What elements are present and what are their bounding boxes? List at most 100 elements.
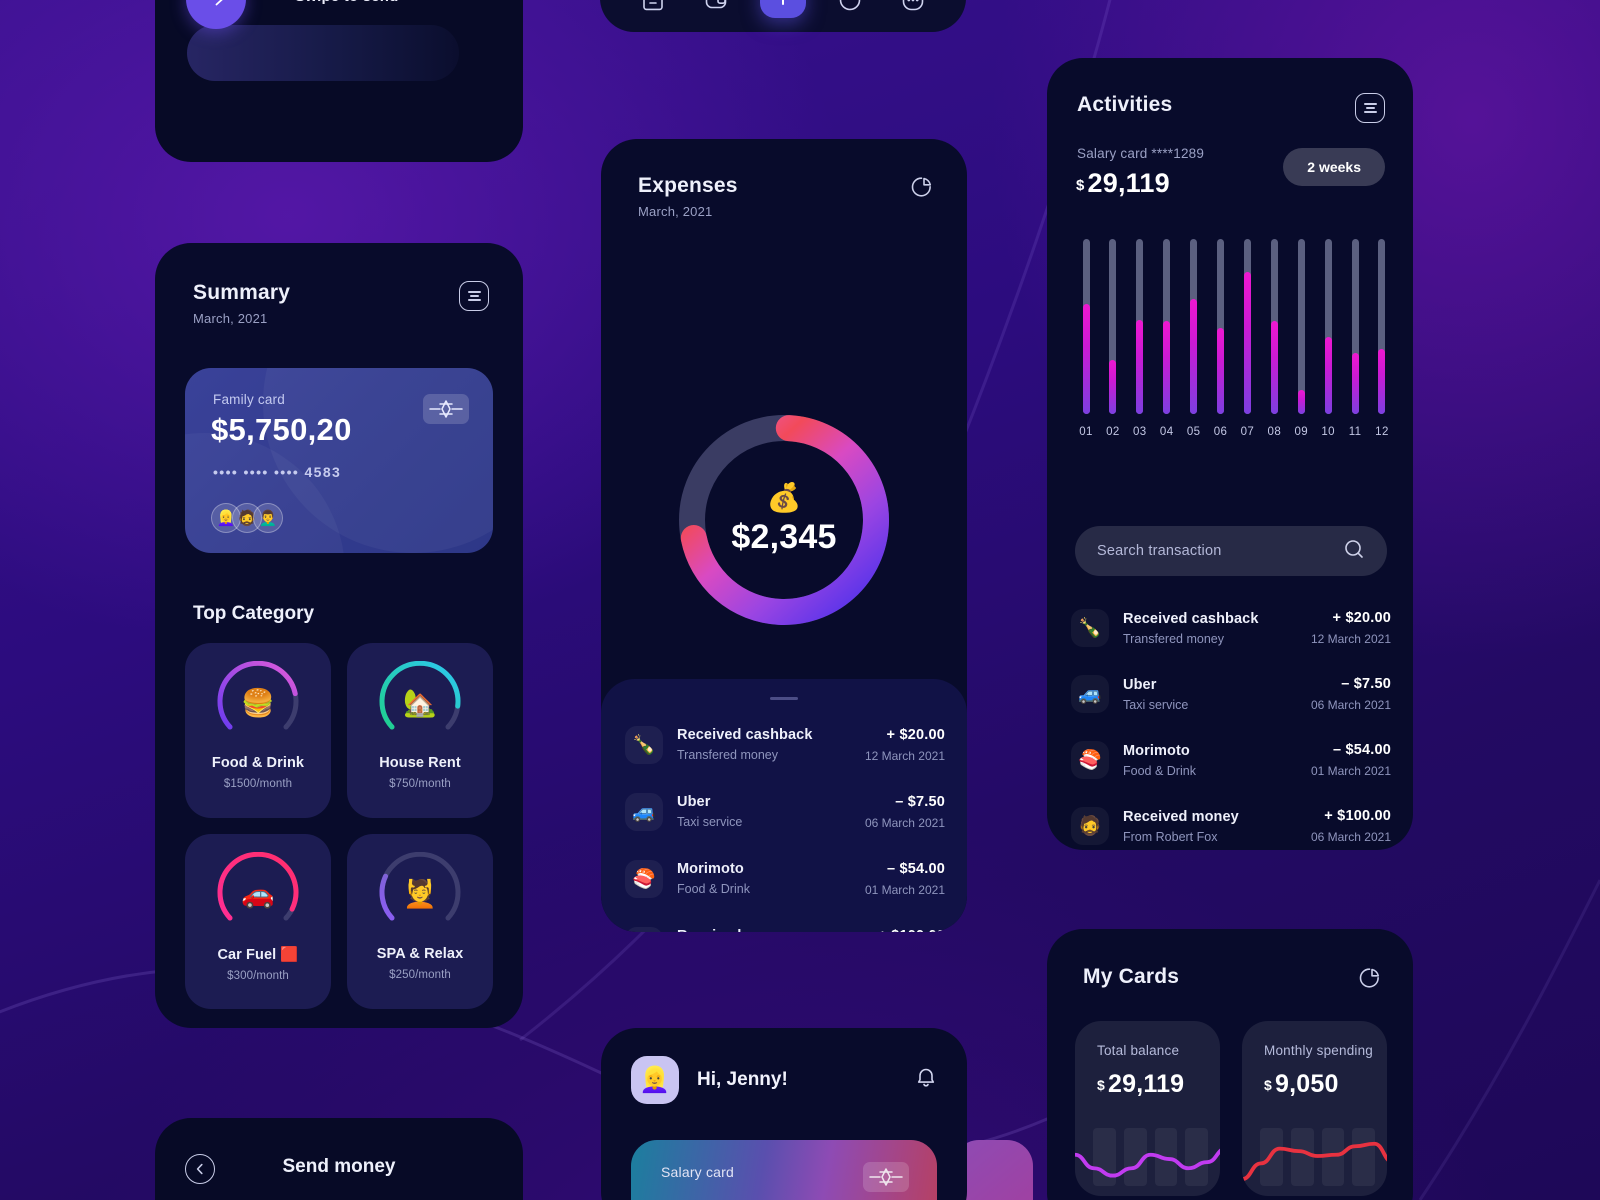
bar-label: 09 <box>1294 426 1309 438</box>
bar-fill <box>1243 272 1251 414</box>
transaction-row[interactable]: 🍣 Morimoto Food & Drink – $54.00 01 Marc… <box>1071 733 1391 787</box>
transaction-name: Received money <box>677 928 865 932</box>
activities-header: Activities <box>1077 93 1385 123</box>
transaction-name: Morimoto <box>677 861 744 877</box>
value-number: 29,119 <box>1108 1070 1185 1098</box>
top-category-grid: 🍔 Food & Drink $1500/month 🏡 House Rent … <box>185 643 495 1009</box>
bar-column[interactable]: 02 <box>1104 239 1122 438</box>
transaction-name: Received cashback <box>677 727 813 743</box>
bar-fill <box>1163 321 1171 414</box>
avatar[interactable]: 👱‍♀️ <box>631 1056 679 1104</box>
activities-title: Activities <box>1077 93 1173 116</box>
bar-track <box>1217 239 1225 414</box>
transaction-icon: 🚙 <box>625 792 663 831</box>
card-chip-icon <box>423 394 469 424</box>
category-tile-car-fuel[interactable]: 🚗 Car Fuel 🟥 $300/month <box>185 834 331 1009</box>
transaction-row[interactable]: 🧔 Received money From Robert Fox + $100.… <box>1071 799 1391 850</box>
bell-icon[interactable] <box>913 1065 939 1096</box>
list-menu-icon[interactable] <box>459 281 489 311</box>
bar-column[interactable]: 05 <box>1185 239 1203 438</box>
category-amount: $250/month <box>389 969 451 981</box>
send-money-title: Send money <box>282 1156 396 1177</box>
list-menu-icon[interactable] <box>1355 93 1385 123</box>
transaction-desc: Taxi service <box>1123 697 1189 712</box>
bar-label: 04 <box>1159 426 1174 438</box>
bar-column[interactable]: 10 <box>1319 239 1337 438</box>
bar-column[interactable]: 03 <box>1131 239 1149 438</box>
search-transaction-field[interactable]: Search transaction <box>1075 526 1387 576</box>
transaction-row[interactable]: 🍾 Received cashback Transfered money + $… <box>625 717 945 772</box>
home-icon[interactable] <box>635 0 671 18</box>
transaction-date: 12 March 2021 <box>1310 632 1391 646</box>
bar-fill <box>1109 359 1117 414</box>
bar-column[interactable]: 12 <box>1373 239 1391 438</box>
my-cards-title: My Cards <box>1083 965 1180 988</box>
swipe-track[interactable] <box>187 25 459 81</box>
bar-fill <box>1217 328 1225 414</box>
bar-column[interactable]: 09 <box>1292 239 1310 438</box>
bar-column[interactable]: 11 <box>1346 239 1364 438</box>
transaction-info: Morimoto Food & Drink <box>677 861 865 896</box>
my-cards-card: My Cards Total balance $29,119 Monthly s… <box>1047 929 1413 1200</box>
drag-handle[interactable] <box>770 697 798 700</box>
category-tile-food-drink[interactable]: 🍔 Food & Drink $1500/month <box>185 643 331 818</box>
tile-label: Monthly spending <box>1264 1043 1374 1058</box>
family-card-members: 👱‍♀️ 🧔 👨‍🦱 <box>211 503 283 533</box>
transaction-icon: 🍣 <box>625 859 663 898</box>
add-icon[interactable] <box>759 0 806 18</box>
greeting-row: 👱‍♀️ Hi, Jenny! <box>631 1056 939 1104</box>
wallet-icon[interactable] <box>698 0 734 18</box>
search-icon[interactable] <box>1343 538 1365 565</box>
pie-chart-icon[interactable] <box>1357 965 1383 996</box>
transaction-icon: 🍣 <box>1071 741 1109 779</box>
chart-icon[interactable] <box>832 0 868 18</box>
bar-track <box>1163 239 1171 414</box>
transaction-row[interactable]: 🍣 Morimoto Food & Drink – $54.00 01 Marc… <box>625 851 945 906</box>
bar-fill <box>1297 389 1305 414</box>
transaction-meta: – $54.00 01 March 2021 <box>1311 742 1391 778</box>
family-credit-card[interactable]: Family card $5,750,20 •••• •••• •••• 458… <box>185 368 493 553</box>
total-balance-tile[interactable]: Total balance $29,119 <box>1075 1021 1220 1196</box>
monthly-spending-tile[interactable]: Monthly spending $9,050 <box>1242 1021 1387 1196</box>
transaction-list: 🍾 Received cashback Transfered money + $… <box>625 717 945 932</box>
category-name: Food & Drink <box>211 755 305 771</box>
transaction-row[interactable]: 🧔 Received money From Robert Fox + $100.… <box>625 918 945 932</box>
transaction-name: Uber <box>677 794 711 810</box>
transaction-date: 01 March 2021 <box>864 882 945 897</box>
tile-value: $9,050 <box>1264 1070 1387 1099</box>
category-tile-house-rent[interactable]: 🏡 House Rent $750/month <box>347 643 493 818</box>
summary-subtitle: March, 2021 <box>193 311 268 326</box>
category-amount: $300/month <box>227 970 289 982</box>
bar-track <box>1082 239 1090 414</box>
bar-column[interactable]: 07 <box>1238 239 1256 438</box>
category-emoji: 💆 <box>403 879 437 909</box>
bar-column[interactable]: 01 <box>1077 239 1095 438</box>
period-selector[interactable]: 2 weeks <box>1283 148 1385 186</box>
salary-card[interactable]: Salary card <box>631 1140 937 1200</box>
expenses-title: Expenses <box>638 174 738 197</box>
bar-label: 03 <box>1133 426 1147 438</box>
category-name: Car Fuel 🟥 <box>217 947 299 963</box>
more-icon[interactable] <box>895 0 931 18</box>
category-tile-spa-relax[interactable]: 💆 SPA & Relax $250/month <box>347 834 493 1009</box>
bar-column[interactable]: 08 <box>1265 239 1283 438</box>
bar-column[interactable]: 04 <box>1158 239 1176 438</box>
bottom-nav-bar <box>600 0 966 32</box>
bar-column[interactable]: 06 <box>1212 239 1230 438</box>
bar-track <box>1324 239 1332 414</box>
transaction-amount: + $100.00 <box>1324 808 1391 824</box>
transaction-row[interactable]: 🚙 Uber Taxi service – $7.50 06 March 202… <box>625 784 945 839</box>
bar-label: 12 <box>1375 426 1389 438</box>
family-card-label: Family card <box>213 392 285 407</box>
transaction-meta: – $7.50 06 March 2021 <box>1311 676 1391 712</box>
pie-chart-icon[interactable] <box>909 174 935 205</box>
transaction-icon: 🚙 <box>1071 675 1109 713</box>
search-input[interactable]: Search transaction <box>1097 543 1343 559</box>
transaction-date: 01 March 2021 <box>1310 764 1391 778</box>
transaction-name: Received money <box>1123 808 1239 825</box>
bar-label: 10 <box>1321 426 1335 438</box>
transaction-row[interactable]: 🍾 Received cashback Transfered money + $… <box>1071 601 1391 655</box>
transaction-meta: – $7.50 06 March 2021 <box>865 794 945 830</box>
transaction-info: Received money From Robert Fox <box>677 928 865 932</box>
transaction-row[interactable]: 🚙 Uber Taxi service – $7.50 06 March 202… <box>1071 667 1391 721</box>
